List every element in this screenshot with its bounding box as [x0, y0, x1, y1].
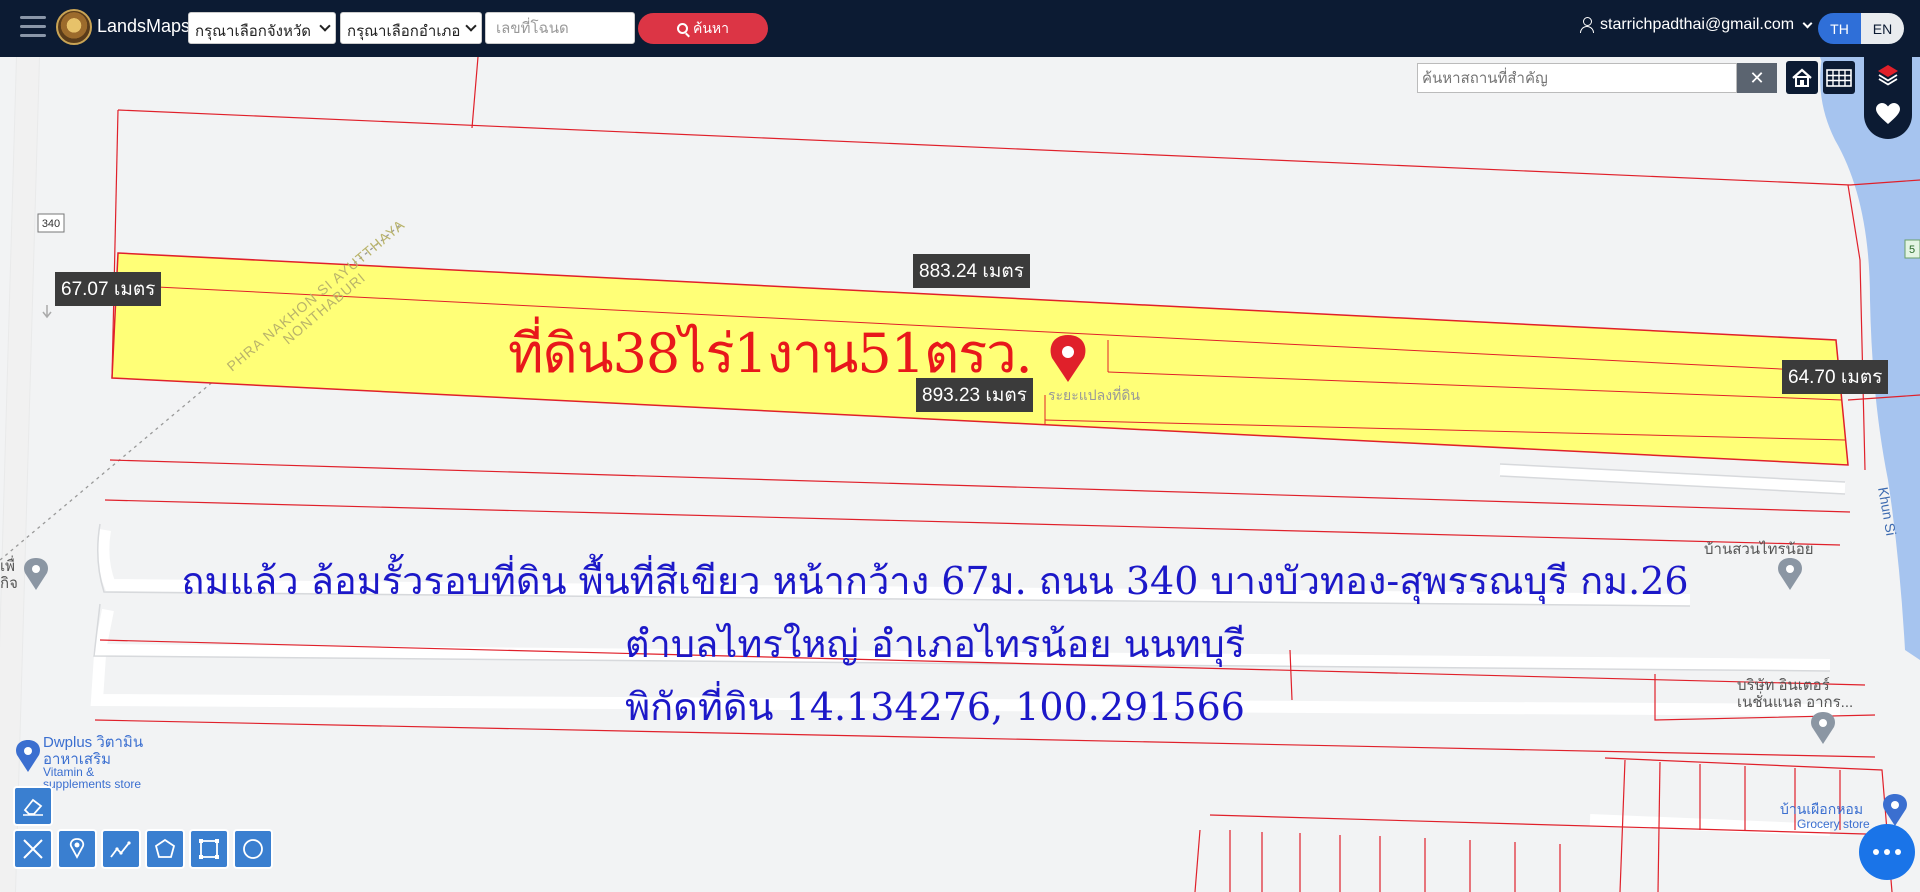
- polygon-icon: [154, 838, 176, 858]
- right-toolbar: [1864, 57, 1912, 139]
- heart-icon[interactable]: [1875, 102, 1901, 126]
- top-bar: LandsMaps กรุณาเลือกจังหวัด กรุณาเลือกอำ…: [0, 0, 1920, 57]
- distance-label-right: 64.70 เมตร: [1782, 360, 1889, 394]
- description-line-2: ตำบลไทรใหญ่ อำเภอไทรน้อย นนทบุรี: [624, 622, 1246, 666]
- distance-label-left: 67.07 เมตร: [55, 272, 162, 306]
- language-switch: TH EN: [1818, 13, 1904, 44]
- parcel-label: ระยะแปลงที่ดิน: [1048, 386, 1140, 404]
- eraser-icon: [23, 798, 43, 816]
- poi-label-edge-2[interactable]: กิจ: [0, 575, 18, 592]
- more-dots-icon: [1884, 849, 1890, 855]
- grid-button[interactable]: [1823, 61, 1855, 94]
- search-button[interactable]: ค้นหา: [638, 13, 768, 44]
- circle-tool-button[interactable]: [233, 829, 273, 869]
- rectangle-tool-button[interactable]: [189, 829, 229, 869]
- chevron-down-icon: [319, 20, 331, 32]
- circle-icon: [243, 839, 263, 859]
- polyline-tool-button[interactable]: [101, 829, 141, 869]
- ruler-pencil-icon: [23, 839, 43, 859]
- ruler-tool-button[interactable]: [13, 829, 53, 869]
- chat-button[interactable]: [1859, 824, 1915, 880]
- chevron-down-icon: [465, 20, 477, 32]
- clear-search-button[interactable]: ✕: [1737, 63, 1777, 93]
- more-dots-icon: [1895, 849, 1901, 855]
- chevron-down-icon: [1802, 18, 1813, 28]
- marker-tool-button[interactable]: [57, 829, 97, 869]
- poi-label-dwplus-4[interactable]: supplements store: [43, 778, 141, 791]
- road-number: 340: [42, 218, 60, 230]
- poi-label-grocery-2[interactable]: Grocery store: [1797, 816, 1870, 833]
- erase-tool-button[interactable]: [13, 786, 53, 826]
- description-line-1: ถมแล้ว ล้อมรั้วรอบที่ดิน พื้นที่สีเขียว …: [181, 559, 1689, 603]
- grid-icon: [1826, 68, 1852, 87]
- close-icon: ✕: [1749, 67, 1765, 89]
- home-icon: [1792, 68, 1812, 87]
- poi-label-company-line1[interactable]: บริษัท อินเตอร์: [1737, 677, 1830, 694]
- more-dots-icon: [1873, 849, 1879, 855]
- user-email: starrichpadthai@gmail.com: [1600, 16, 1795, 33]
- description-line-3: พิกัดที่ดิน 14.134276, 100.291566: [625, 685, 1245, 729]
- province-select[interactable]: กรุณาเลือกจังหวัด: [188, 12, 336, 44]
- place-search-input[interactable]: [1417, 63, 1737, 93]
- district-select[interactable]: กรุณาเลือกอำเภอ: [340, 12, 482, 44]
- polygon-tool-button[interactable]: [145, 829, 185, 869]
- landsmaps-logo[interactable]: [56, 9, 92, 45]
- province-select-value: กรุณาเลือกจังหวัด: [195, 23, 312, 40]
- district-select-value: กรุณาเลือกอำเภอ: [347, 23, 461, 40]
- user-icon: [1580, 17, 1594, 33]
- search-button-label: ค้นหา: [692, 19, 730, 36]
- layers-icon[interactable]: [1876, 63, 1900, 87]
- polyline-icon: [110, 841, 131, 858]
- home-button[interactable]: [1786, 61, 1818, 94]
- land-title: ที่ดิน38ไร่1งาน51ตรว.: [508, 322, 1033, 385]
- search-icon: [676, 23, 688, 34]
- user-menu[interactable]: starrichpadthai@gmail.com: [1580, 16, 1813, 34]
- map-pin-icon: [69, 838, 85, 859]
- lang-th-button[interactable]: TH: [1818, 13, 1861, 44]
- lang-en-button[interactable]: EN: [1861, 13, 1904, 44]
- poi-label-company-line2[interactable]: เนชั่นแนล อากร...: [1737, 694, 1853, 711]
- edge-road-number: 5: [1909, 244, 1915, 256]
- poi-label-edge-1[interactable]: เพื่: [0, 558, 15, 575]
- menu-icon[interactable]: [20, 16, 46, 38]
- brand-name[interactable]: LandsMaps: [97, 16, 190, 37]
- distance-label-top: 883.24 เมตร: [913, 254, 1030, 288]
- rectangle-icon: [199, 839, 219, 859]
- map-canvas[interactable]: 340 5 PHRA NAKHON SI AYUTTHAYA NONTHABUR…: [0, 57, 1920, 892]
- poi-label-ban-suan[interactable]: บ้านสวนไทรน้อย: [1704, 541, 1814, 558]
- deed-number-input[interactable]: [485, 12, 635, 44]
- poi-label-dwplus-1[interactable]: Dwplus วิตามิน: [43, 734, 143, 751]
